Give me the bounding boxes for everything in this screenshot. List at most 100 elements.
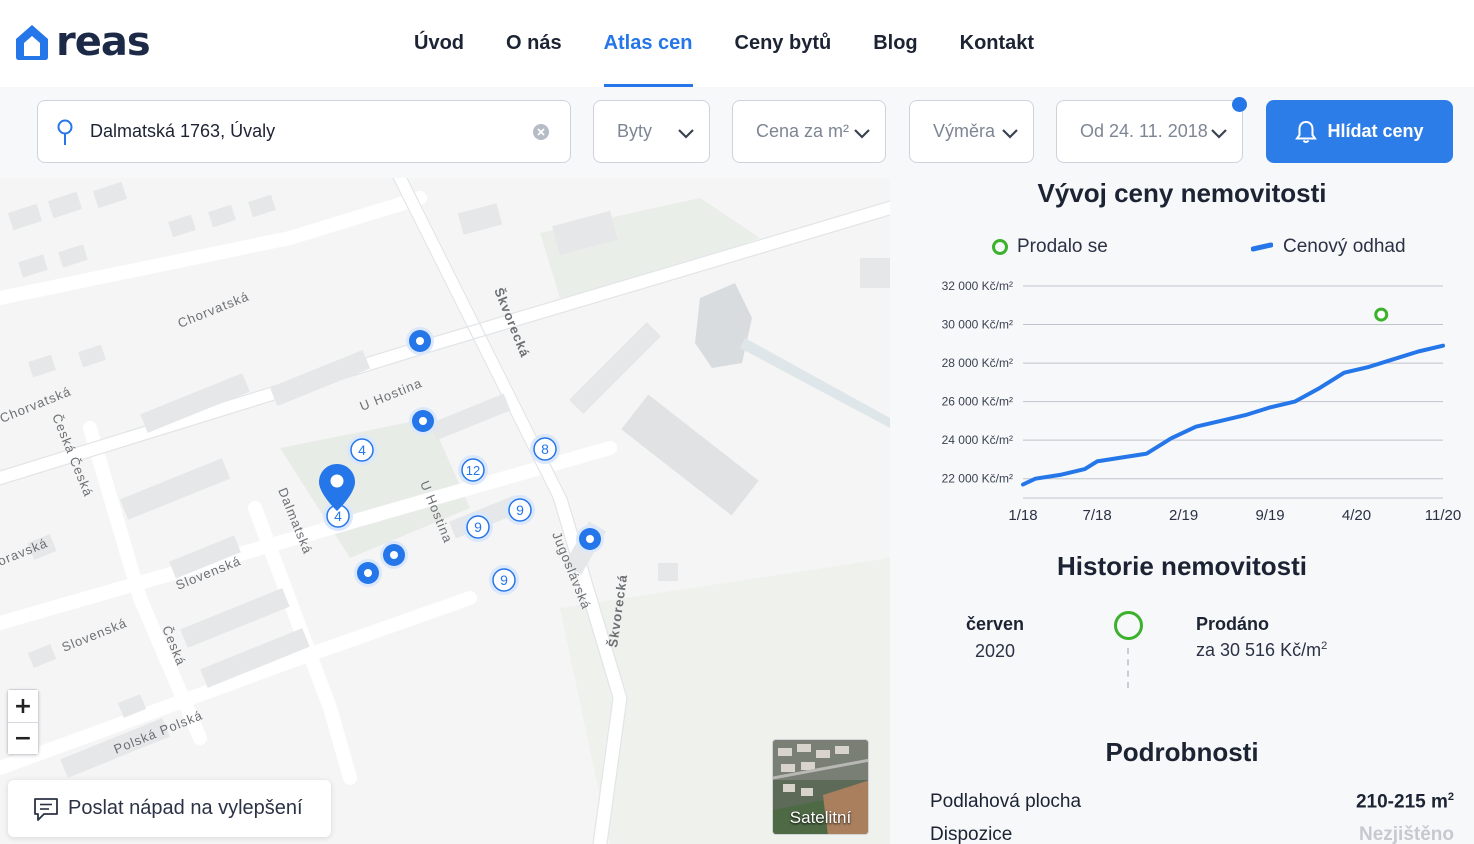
cluster-marker: 12: [458, 455, 488, 485]
clear-icon[interactable]: [532, 123, 550, 141]
svg-text:9: 9: [500, 572, 508, 588]
legend-sold: Prodalo se: [991, 236, 1108, 258]
chevron-down-icon: [854, 129, 870, 139]
street-label: Slovenská: [60, 615, 130, 655]
svg-text:9: 9: [474, 519, 482, 535]
location-pin-icon: [54, 117, 76, 147]
chevron-down-icon: [678, 129, 694, 139]
nav-item-uvod[interactable]: Úvod: [393, 0, 485, 87]
watch-prices-button[interactable]: Hlídat ceny: [1266, 100, 1453, 163]
svg-text:4: 4: [358, 442, 366, 458]
nav-item-o-nas[interactable]: O nás: [485, 0, 583, 87]
y-tick-label: 30 000 Kč/m²: [942, 318, 1013, 332]
y-tick-label: 24 000 Kč/m²: [942, 433, 1013, 447]
nav-item-kontakt[interactable]: Kontakt: [939, 0, 1055, 87]
price-per-m2-dropdown[interactable]: Cena za m²: [732, 100, 886, 163]
y-tick-label: 26 000 Kč/m²: [942, 395, 1013, 409]
floor-area-value: 210-215 m: [1355, 791, 1448, 813]
price-per-m2-value: Cena za m²: [756, 121, 850, 141]
property-marker: [576, 525, 604, 553]
header: reas Úvod O nás Atlas cen Ceny bytů Blog…: [0, 0, 1474, 87]
feedback-button[interactable]: Poslat nápad na vylepšení: [8, 780, 331, 837]
estimate-series-line: [1021, 343, 1445, 487]
zoom-control: + −: [7, 689, 39, 755]
legend-estimate-label: Cenový odhad: [1283, 236, 1406, 257]
chevron-down-icon: [1002, 129, 1018, 139]
area-dropdown[interactable]: Výměra: [909, 100, 1034, 163]
satellite-label: Satelitní: [789, 808, 852, 827]
x-tick-label: 1/18: [1008, 507, 1037, 524]
property-marker: [354, 559, 382, 587]
svg-text:9: 9: [516, 502, 524, 518]
nav-item-ceny-bytu[interactable]: Ceny bytů: [714, 0, 853, 87]
property-marker: [409, 407, 437, 435]
zoom-out-button[interactable]: −: [8, 722, 38, 754]
reas-logo[interactable]: reas: [14, 22, 151, 62]
history-timeline-line: [1127, 648, 1129, 688]
price-chart-heading: Vývoj ceny nemovitosti: [1037, 178, 1327, 208]
nav-item-atlas-cen[interactable]: Atlas cen: [583, 0, 714, 87]
history-price-text: za 30 516 Kč/m: [1196, 640, 1322, 660]
map-canvas[interactable]: Chorvatská Chorvatská Česká Česká U Host…: [0, 178, 890, 844]
property-type-value: Byty: [617, 121, 653, 141]
history-price-sup: 2: [1321, 640, 1328, 652]
detail-label: Podlahová plocha: [930, 791, 1082, 812]
legend-estimate: Cenový odhad: [1251, 236, 1406, 258]
details-heading: Podrobnosti: [1105, 737, 1259, 767]
satellite-toggle[interactable]: Satelitní: [772, 739, 869, 835]
x-tick-label: 4/20: [1342, 507, 1371, 524]
svg-text:8: 8: [541, 441, 549, 457]
property-marker: [406, 327, 434, 355]
detail-value: 210-215 m2: [1356, 791, 1454, 813]
date-from-dropdown[interactable]: Od 24. 11. 2018: [1056, 100, 1243, 163]
history-year: 2020: [974, 641, 1016, 661]
detail-row-floor-area: Podlahová plocha 210-215 m2: [930, 791, 1454, 813]
chevron-down-icon: [1211, 129, 1227, 139]
history-month: červen: [965, 614, 1025, 634]
main-nav: Úvod O nás Atlas cen Ceny bytů Blog Kont…: [393, 0, 1055, 87]
cluster-marker: 4: [347, 435, 377, 465]
watch-prices-label: Hlídat ceny: [1327, 121, 1424, 141]
bell-icon: [1295, 120, 1318, 143]
legend-sold-label: Prodalo se: [1017, 236, 1108, 257]
feedback-chat-icon: [34, 797, 58, 821]
history-status: Prodáno: [1196, 614, 1270, 634]
street-label: oravská: [0, 535, 50, 569]
street-label: U Hostina: [358, 375, 425, 414]
x-tick-label: 11/20: [1425, 507, 1461, 524]
house-logo-icon: [16, 25, 48, 60]
map[interactable]: Chorvatská Chorvatská Česká Česká U Host…: [0, 178, 890, 844]
nav-item-blog[interactable]: Blog: [852, 0, 938, 87]
area-value: Výměra: [933, 121, 996, 141]
sold-circle-icon: [992, 239, 1008, 255]
active-filter-badge: [1232, 97, 1247, 112]
street-label: Chorvatská: [176, 288, 252, 330]
detail-value: Nezjištěno: [1358, 824, 1454, 844]
y-tick-label: 32 000 Kč/m²: [942, 279, 1013, 293]
cluster-marker: 9: [463, 512, 493, 542]
price-chart: 22 000 Kč/m² 24 000 Kč/m² 26 000 Kč/m² 28 0…: [942, 279, 1462, 524]
property-type-dropdown[interactable]: Byty: [593, 100, 710, 163]
property-panel: Vývoj ceny nemovitosti Prodalo se Cenový…: [890, 178, 1474, 844]
detail-row-layout: Dispozice Nezjištěno: [930, 824, 1454, 844]
floor-area-sup: 2: [1447, 791, 1454, 803]
address-search: [37, 100, 571, 163]
sold-point: [1374, 307, 1389, 322]
y-tick-label: 28 000 Kč/m²: [942, 356, 1013, 370]
y-tick-label: 22 000 Kč/m²: [942, 472, 1013, 486]
x-tick-label: 2/19: [1169, 507, 1198, 524]
x-tick-label: 9/19: [1255, 507, 1284, 524]
history-price: za 30 516 Kč/m2: [1196, 640, 1327, 661]
cluster-marker: 9: [505, 495, 535, 525]
svg-text:4: 4: [334, 508, 342, 524]
filter-bar: Byty Cena za m² Výměra Od 24. 11. 2018: [0, 87, 1474, 178]
zoom-in-button[interactable]: +: [8, 690, 38, 722]
x-tick-label: 7/18: [1083, 507, 1112, 524]
cluster-marker: 8: [530, 434, 560, 464]
svg-text:12: 12: [466, 463, 480, 478]
feedback-label: Poslat nápad na vylepšení: [68, 797, 303, 819]
address-input[interactable]: [90, 121, 510, 142]
date-from-value: Od 24. 11. 2018: [1080, 121, 1208, 141]
estimate-line-icon: [1251, 242, 1273, 252]
property-marker: [380, 541, 408, 569]
